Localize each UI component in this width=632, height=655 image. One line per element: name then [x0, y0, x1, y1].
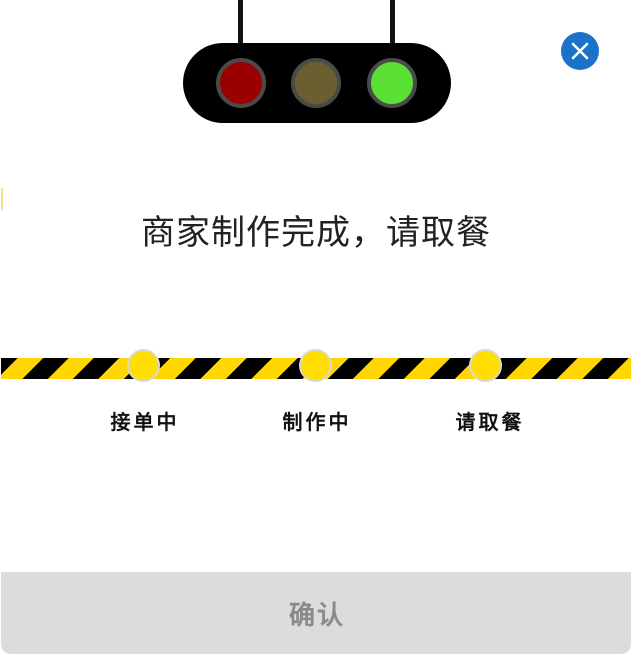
step-dot-accepting — [127, 349, 160, 382]
close-button[interactable] — [561, 32, 599, 70]
green-lamp — [367, 58, 417, 108]
traffic-light-icon — [183, 43, 451, 123]
yellow-lamp — [291, 58, 341, 108]
step-label-preparing: 制作中 — [282, 410, 352, 434]
step-dot-pickup — [469, 349, 502, 382]
confirm-button[interactable]: 确认 — [1, 572, 631, 654]
status-title: 商家制作完成，请取餐 — [141, 213, 491, 253]
step-dot-preparing — [299, 349, 332, 382]
step-label-pickup: 请取餐 — [455, 410, 525, 434]
order-status-dialog: 商家制作完成，请取餐 接单中 制作中 请取餐 确认 — [1, 0, 631, 654]
traffic-light-wire-left — [238, 0, 243, 48]
traffic-light-wire-right — [390, 0, 395, 48]
close-icon — [571, 42, 589, 60]
red-lamp — [216, 58, 266, 108]
step-label-accepting: 接单中 — [110, 410, 180, 434]
